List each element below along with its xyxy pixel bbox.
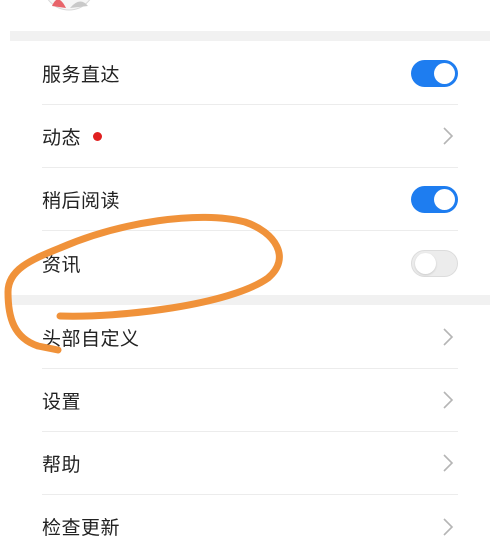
- row-label: 稍后阅读: [42, 189, 121, 212]
- row-label-wrap: 动态: [42, 123, 103, 150]
- chevron-right-icon: [443, 454, 454, 472]
- read-later-toggle[interactable]: [411, 185, 458, 213]
- settings-row-read-later[interactable]: 稍后阅读: [42, 168, 458, 231]
- settings-row-check-update[interactable]: 检查更新: [42, 495, 458, 558]
- chevron-right-icon: [443, 391, 454, 409]
- chevron-right-icon: [443, 517, 454, 536]
- chevron-right-icon: [443, 127, 454, 145]
- chevron-right-icon: [443, 328, 454, 346]
- section-separator: [10, 31, 490, 41]
- section-separator: [10, 295, 490, 305]
- settings-row-settings[interactable]: 设置: [42, 369, 458, 432]
- row-label: 设置: [42, 390, 82, 413]
- toggle-knob: [434, 62, 455, 84]
- row-label: 服务直达: [42, 63, 121, 86]
- settings-row-service-direct[interactable]: 服务直达: [42, 42, 458, 105]
- row-label: 资讯: [42, 254, 82, 276]
- settings-row-news[interactable]: 资讯: [42, 232, 458, 295]
- settings-row-help[interactable]: 帮助: [42, 432, 458, 495]
- row-label: 动态: [42, 126, 82, 149]
- toggle-knob: [434, 188, 455, 210]
- toggle-knob: [415, 253, 436, 274]
- notification-dot: [93, 131, 103, 141]
- news-toggle[interactable]: [411, 250, 458, 277]
- row-label: 检查更新: [42, 517, 121, 539]
- avatar[interactable]: [40, 0, 98, 14]
- row-label: 帮助: [42, 453, 82, 476]
- service-direct-toggle[interactable]: [411, 59, 458, 87]
- settings-row-header-custom[interactable]: 头部自定义: [42, 306, 458, 369]
- settings-row-dynamics[interactable]: 动态: [42, 105, 458, 168]
- row-label: 头部自定义: [42, 327, 140, 350]
